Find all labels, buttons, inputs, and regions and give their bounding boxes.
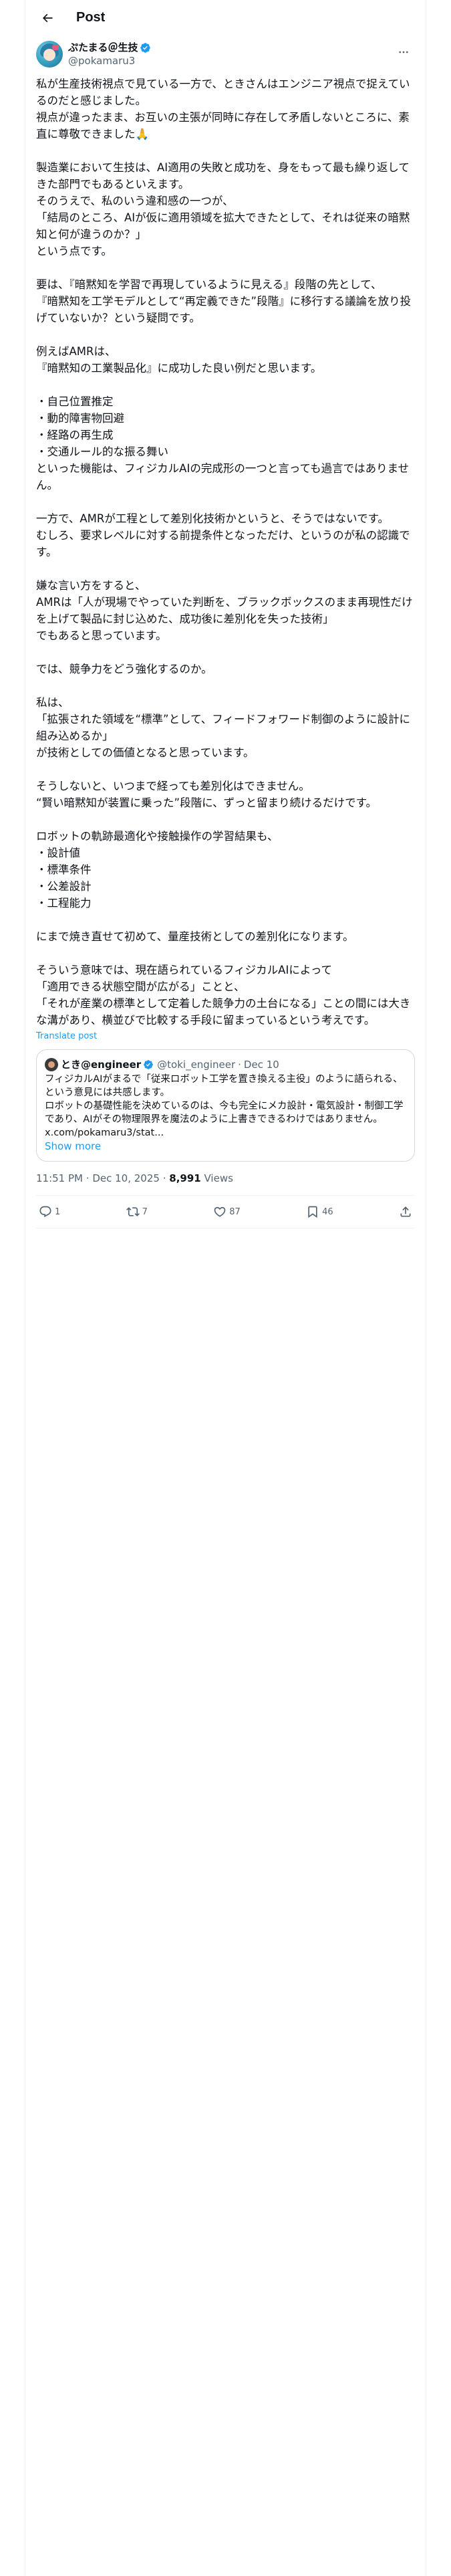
reply-button[interactable]: 1 <box>39 1205 60 1218</box>
quoted-handle: @toki_engineer <box>157 1059 236 1071</box>
quoted-display-name: とき@engineer <box>61 1059 142 1071</box>
bookmark-icon <box>306 1205 319 1218</box>
author-display-name[interactable]: ぷたまる＠生技 <box>68 41 138 54</box>
author-row: ぷたまる＠生技 @pokamaru3 <box>36 41 415 68</box>
quoted-date: Dec 10 <box>243 1059 279 1071</box>
arrow-left-icon <box>41 11 54 25</box>
meta-separator-2: · <box>162 1172 166 1184</box>
main-column: Post ぷたまる＠生技 @pokamaru3 私が生産技術視点で見ている一方で… <box>25 0 426 2576</box>
repost-count: 7 <box>142 1206 148 1217</box>
share-button[interactable] <box>399 1205 412 1218</box>
quoted-post-text: フィジカルAIがまるで「従来ロボット工学を置き換える主役」のように語られる、とい… <box>45 1074 404 1138</box>
repost-icon <box>126 1205 140 1218</box>
more-options-button[interactable] <box>392 41 415 64</box>
author-handle[interactable]: @pokamaru3 <box>68 54 152 68</box>
avatar[interactable] <box>36 41 63 68</box>
quoted-verified-badge-icon <box>142 1059 154 1071</box>
translate-post-link[interactable]: Translate post <box>36 1031 97 1041</box>
post-meta: 11:51 PM · Dec 10, 2025 · 8,991 Views <box>36 1172 415 1196</box>
post-text: 私が生産技術視点で見ている一方で、ときさんはエンジニア視点で捉えているのだと感じ… <box>36 78 413 1027</box>
post-date[interactable]: Dec 10, 2025 <box>92 1172 160 1184</box>
quoted-post-header: とき@engineer @toki_engineer · Dec 10 <box>45 1058 406 1071</box>
quoted-avatar <box>45 1058 58 1071</box>
share-icon <box>399 1205 412 1218</box>
top-bar: Post <box>25 0 426 35</box>
heart-icon <box>213 1205 227 1218</box>
more-dots-icon <box>398 46 410 58</box>
repost-button[interactable]: 7 <box>126 1205 148 1218</box>
views-label: Views <box>204 1172 233 1184</box>
show-more-link[interactable]: Show more <box>45 1140 406 1153</box>
quoted-post[interactable]: とき@engineer @toki_engineer · Dec 10 フィジカ… <box>36 1049 415 1162</box>
verified-badge-icon <box>140 41 152 53</box>
like-button[interactable]: 87 <box>213 1205 241 1218</box>
bookmark-count: 46 <box>322 1206 333 1217</box>
author-names: ぷたまる＠生技 @pokamaru3 <box>68 41 152 68</box>
quoted-separator: · <box>238 1059 241 1071</box>
bookmark-button[interactable]: 46 <box>306 1205 333 1218</box>
page-title: Post <box>76 10 106 25</box>
like-count: 87 <box>229 1206 241 1217</box>
back-button[interactable] <box>36 7 59 29</box>
post: ぷたまる＠生技 @pokamaru3 私が生産技術視点で見ている一方で、ときさん… <box>25 35 426 1228</box>
action-bar: 1 7 87 46 <box>36 1196 415 1228</box>
reply-icon <box>39 1205 52 1218</box>
meta-separator: · <box>86 1172 90 1184</box>
views-count: 8,991 <box>169 1172 201 1184</box>
author-name-line: ぷたまる＠生技 <box>68 41 152 54</box>
reply-count: 1 <box>55 1206 61 1217</box>
post-time[interactable]: 11:51 PM <box>36 1172 83 1184</box>
